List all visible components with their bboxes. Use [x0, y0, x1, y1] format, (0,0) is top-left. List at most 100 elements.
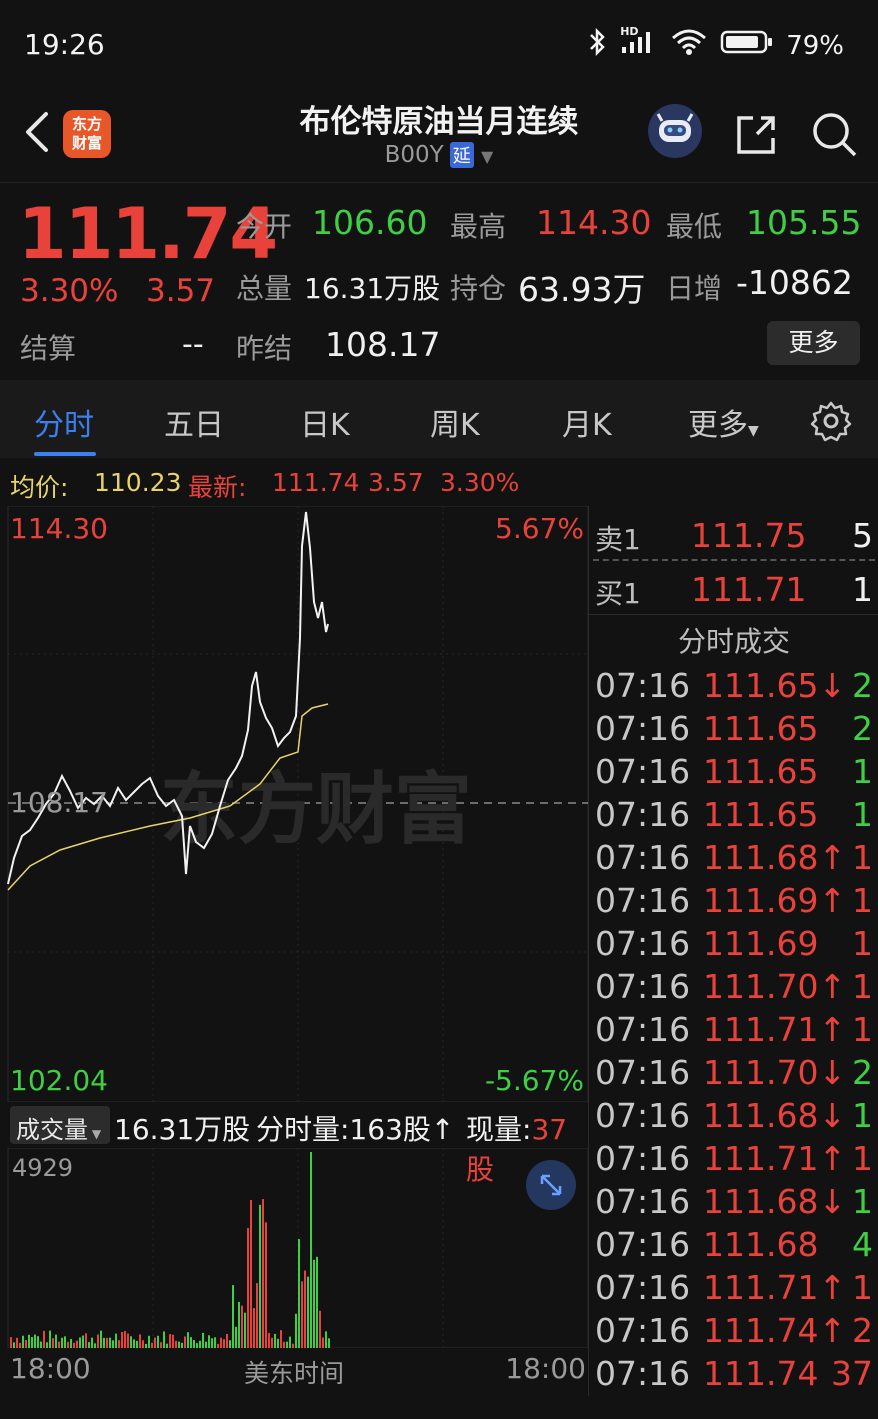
- tick-row: 07:16 111.65↓ 2: [589, 666, 878, 709]
- tab-weekly-k[interactable]: 周K: [430, 400, 480, 444]
- volume-bar: [322, 1337, 324, 1348]
- axis-bottom-price: 102.04: [10, 1064, 108, 1097]
- volume-bar: [157, 1335, 159, 1348]
- high-label: 最高: [450, 210, 507, 243]
- bid-price: 111.71: [691, 570, 807, 609]
- tab-more-label: 更多: [688, 408, 748, 443]
- volume-bar: [262, 1199, 264, 1348]
- volume-bar: [190, 1337, 192, 1348]
- volume-bar: [58, 1341, 60, 1348]
- tick-price: 111.68↓: [703, 1182, 847, 1221]
- expand-icon[interactable]: [526, 1160, 576, 1210]
- open-label: 今开: [236, 210, 293, 243]
- volume-bar: [313, 1259, 315, 1348]
- volume-bar: [232, 1285, 234, 1348]
- tick-qty: 1: [852, 1139, 873, 1178]
- tab-monthly-k[interactable]: 月K: [562, 400, 612, 444]
- ask-label: 卖1: [595, 523, 641, 556]
- volume-bar: [154, 1337, 156, 1348]
- volume-bar: [175, 1340, 177, 1348]
- tick-price: 111.69↑: [703, 881, 847, 920]
- app-header: 东方 财富 布伦特原油当月连续 B00Y 延 ▼: [0, 92, 878, 182]
- latest-value: 111.74: [272, 468, 360, 497]
- volume-bar: [187, 1332, 189, 1348]
- volume-bar: [43, 1330, 45, 1348]
- tick-price: 111.70↓: [703, 1053, 847, 1092]
- ask-price: 111.75: [691, 516, 807, 555]
- tick-time: 07:16: [595, 1096, 691, 1135]
- volume-bar: [217, 1343, 219, 1348]
- tick-price: 111.74↑: [703, 1311, 847, 1350]
- tick-time: 07:16: [595, 752, 691, 791]
- tick-row: 07:16 111.74↑ 2: [589, 1311, 878, 1354]
- more-button[interactable]: 更多: [767, 321, 860, 365]
- tab-five-day[interactable]: 五日: [164, 400, 224, 444]
- axis-top-percent: 5.67%: [495, 512, 584, 545]
- caret-down-icon: ▼: [88, 1127, 102, 1141]
- average-price-bar: 均价: 110.23 最新: 111.74 3.57 3.30%: [0, 458, 590, 506]
- tick-qty: 37: [831, 1354, 873, 1393]
- volume-bar: [115, 1333, 117, 1348]
- prev-settle-label: 昨结: [236, 332, 293, 365]
- volume-bar: [133, 1339, 135, 1348]
- volume-bar: [91, 1337, 93, 1348]
- period-tabs: 分时 五日 日K 周K 月K 更多▼: [0, 380, 878, 458]
- tick-time: 07:16: [595, 1010, 691, 1049]
- volume-chart[interactable]: 4929: [0, 1147, 589, 1349]
- tick-row: 07:16 111.70↑ 1: [589, 967, 878, 1010]
- order-book: 卖1 111.75 5 买1 111.71 1 分时成交 07:16 111.65…: [588, 506, 878, 1396]
- volume-bar: [64, 1336, 66, 1348]
- open-interest-label: 持仓: [450, 272, 507, 305]
- volume-bar: [301, 1281, 303, 1348]
- volume-bar: [328, 1338, 330, 1348]
- tick-time: 07:16: [595, 795, 691, 834]
- volume-chart-svg: [7, 1147, 589, 1349]
- tab-daily-k[interactable]: 日K: [300, 400, 350, 444]
- volume-bar: [79, 1337, 81, 1348]
- low-value: 105.55: [746, 203, 862, 242]
- status-time: 19:26: [24, 28, 105, 61]
- share-icon[interactable]: [735, 112, 779, 156]
- tab-underline: [34, 452, 96, 456]
- caret-down-icon: ▼: [748, 423, 759, 439]
- tick-qty: 1: [852, 881, 873, 920]
- gear-icon[interactable]: [810, 400, 852, 442]
- volume-bar: [172, 1334, 174, 1348]
- robot-assistant-icon[interactable]: [648, 104, 702, 158]
- tick-row: 07:16 111.69↑ 1: [589, 881, 878, 924]
- tick-price: 111.69: [703, 924, 819, 963]
- quote-panel: 111.74 3.30% 3.57 今开 106.60 最高 114.30 最低…: [0, 182, 878, 380]
- bid-row[interactable]: 买1 111.71 1: [589, 564, 878, 614]
- tab-intraday[interactable]: 分时: [34, 400, 94, 444]
- tick-qty: 1: [852, 1010, 873, 1049]
- volume-bar: [268, 1333, 270, 1348]
- tick-row: 07:16 111.71↑ 1: [589, 1010, 878, 1053]
- code-text: B00Y: [384, 142, 444, 168]
- volume-bar: [277, 1338, 279, 1348]
- tick-row: 07:16 111.71↑ 1: [589, 1139, 878, 1182]
- volume-bar: [292, 1343, 294, 1348]
- volume-bar: [310, 1152, 312, 1348]
- tick-qty: 2: [852, 666, 873, 705]
- volume-bar: [88, 1342, 90, 1348]
- volume-bar: [22, 1335, 24, 1348]
- volume-bar: [298, 1239, 300, 1348]
- tick-qty: 1: [852, 795, 873, 834]
- volume-bar: [127, 1333, 129, 1348]
- ask-row[interactable]: 卖1 111.75 5: [589, 510, 878, 560]
- hd-label: HD: [620, 25, 639, 38]
- tick-qty: 2: [852, 709, 873, 748]
- volume-bar: [166, 1343, 168, 1348]
- tick-price: 111.74: [703, 1354, 819, 1393]
- battery-icon: [720, 29, 774, 62]
- wifi-icon: [670, 28, 708, 63]
- intraday-price-chart[interactable]: 东方财富 114.30 102.04 108.17 5.67% -5.67%: [0, 505, 589, 1103]
- search-icon[interactable]: [810, 110, 858, 158]
- volume-indicator-selector[interactable]: 成交量 ▼: [10, 1106, 110, 1144]
- change-value: 3.57: [146, 273, 216, 309]
- volume-bar: [97, 1334, 99, 1348]
- volume-bar: [142, 1340, 144, 1348]
- tick-time: 07:16: [595, 924, 691, 963]
- tab-more[interactable]: 更多▼: [688, 400, 759, 444]
- book-divider: [593, 559, 875, 561]
